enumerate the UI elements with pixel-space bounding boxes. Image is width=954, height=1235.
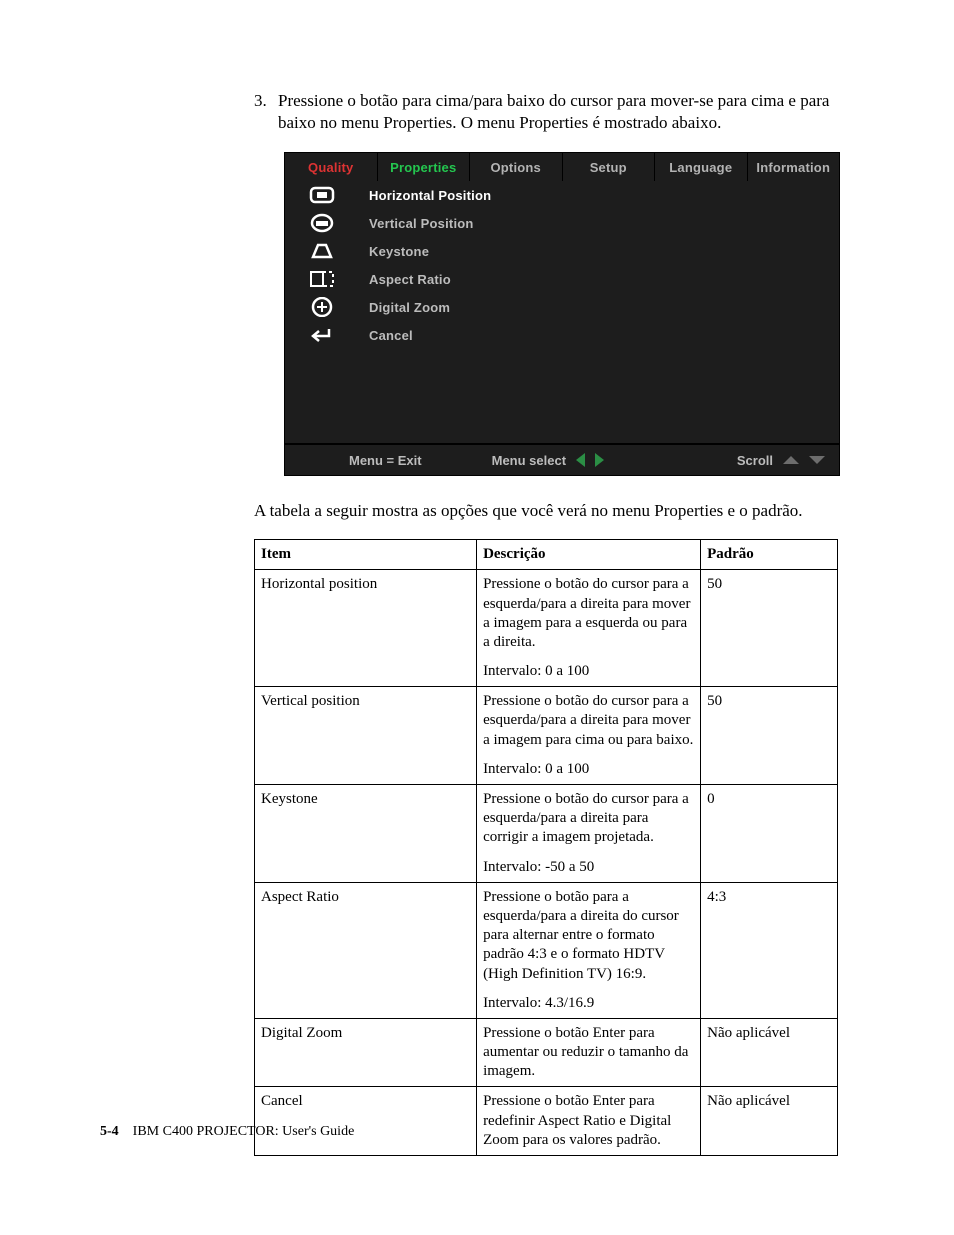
table-row: CancelPressione o botão Enter para redef…	[255, 1087, 838, 1156]
keystone-icon	[309, 242, 369, 260]
table-row: Aspect RatioPressione o botão para a esq…	[255, 882, 838, 1018]
page-number: 5-4	[100, 1124, 119, 1139]
cell-default: 4:3	[701, 882, 838, 1018]
step-number: 3.	[254, 90, 278, 134]
aspect-ratio-icon	[309, 270, 369, 288]
arrow-down-icon	[809, 456, 825, 464]
cell-desc: Pressione o botão do cursor para a esque…	[477, 785, 701, 883]
page-footer: 5-4 IBM C400 PROJECTOR: User's Guide	[100, 1124, 354, 1140]
cell-desc: Pressione o botão Enter para aumentar ou…	[477, 1018, 701, 1087]
osd-foot-select: Menu select	[492, 453, 566, 468]
table-row: Vertical positionPressione o botão do cu…	[255, 687, 838, 785]
osd-item-zoom[interactable]: Digital Zoom	[285, 293, 839, 321]
footer-title: IBM C400 PROJECTOR: User's Guide	[133, 1124, 355, 1139]
table-caption: A tabela a seguir mostra as opções que v…	[254, 500, 838, 523]
th-def: Padrão	[701, 540, 838, 570]
tab-quality[interactable]: Quality	[285, 153, 378, 181]
cell-default: 0	[701, 785, 838, 883]
vpos-icon	[309, 213, 369, 233]
tab-properties[interactable]: Properties	[378, 153, 471, 181]
cell-default: Não aplicável	[701, 1018, 838, 1087]
arrow-up-icon	[783, 456, 799, 464]
osd-body: Horizontal Position Vertical Position Ke…	[285, 181, 839, 443]
osd-foot-exit: Menu = Exit	[349, 453, 422, 468]
cell-desc: Pressione o botão do cursor para a esque…	[477, 570, 701, 687]
th-item: Item	[255, 540, 477, 570]
step-instruction: 3. Pressione o botão para cima/para baix…	[254, 90, 838, 134]
cell-item: Aspect Ratio	[255, 882, 477, 1018]
osd-item-keystone[interactable]: Keystone	[285, 237, 839, 265]
osd-label-vpos: Vertical Position	[369, 216, 474, 231]
arrow-right-icon	[595, 453, 604, 467]
table-row: Digital ZoomPressione o botão Enter para…	[255, 1018, 838, 1087]
digital-zoom-icon	[309, 297, 369, 317]
osd-panel: Quality Properties Options Setup Languag…	[284, 152, 840, 476]
tab-options[interactable]: Options	[470, 153, 563, 181]
th-desc: Descrição	[477, 540, 701, 570]
osd-item-cancel[interactable]: Cancel	[285, 321, 839, 349]
osd-label-zoom: Digital Zoom	[369, 300, 450, 315]
cell-item: Vertical position	[255, 687, 477, 785]
osd-label-cancel: Cancel	[369, 328, 413, 343]
arrow-left-icon	[576, 453, 585, 467]
osd-label-keystone: Keystone	[369, 244, 429, 259]
osd-label-aspect: Aspect Ratio	[369, 272, 451, 287]
osd-label-hpos: Horizontal Position	[369, 188, 491, 203]
osd-item-hpos[interactable]: Horizontal Position	[285, 181, 839, 209]
return-icon	[309, 326, 369, 344]
tab-setup[interactable]: Setup	[563, 153, 656, 181]
osd-item-aspect[interactable]: Aspect Ratio	[285, 265, 839, 293]
cell-default: 50	[701, 687, 838, 785]
cell-desc: Pressione o botão do cursor para a esque…	[477, 687, 701, 785]
cell-desc: Pressione o botão Enter para redefinir A…	[477, 1087, 701, 1156]
cell-item: Cancel	[255, 1087, 477, 1156]
hpos-icon	[309, 186, 369, 204]
cell-item: Digital Zoom	[255, 1018, 477, 1087]
properties-table: Item Descrição Padrão Horizontal positio…	[254, 539, 838, 1156]
cell-desc: Pressione o botão para a esquerda/para a…	[477, 882, 701, 1018]
cell-item: Keystone	[255, 785, 477, 883]
cell-default: 50	[701, 570, 838, 687]
osd-item-vpos[interactable]: Vertical Position	[285, 209, 839, 237]
osd-foot-scroll: Scroll	[737, 453, 773, 468]
osd-footer: Menu = Exit Menu select Scroll	[285, 445, 839, 475]
osd-tabs: Quality Properties Options Setup Languag…	[285, 153, 839, 181]
tab-information[interactable]: Information	[748, 153, 840, 181]
cell-default: Não aplicável	[701, 1087, 838, 1156]
step-text: Pressione o botão para cima/para baixo d…	[278, 90, 838, 134]
table-row: KeystonePressione o botão do cursor para…	[255, 785, 838, 883]
tab-language[interactable]: Language	[655, 153, 748, 181]
cell-item: Horizontal position	[255, 570, 477, 687]
table-row: Horizontal positionPressione o botão do …	[255, 570, 838, 687]
